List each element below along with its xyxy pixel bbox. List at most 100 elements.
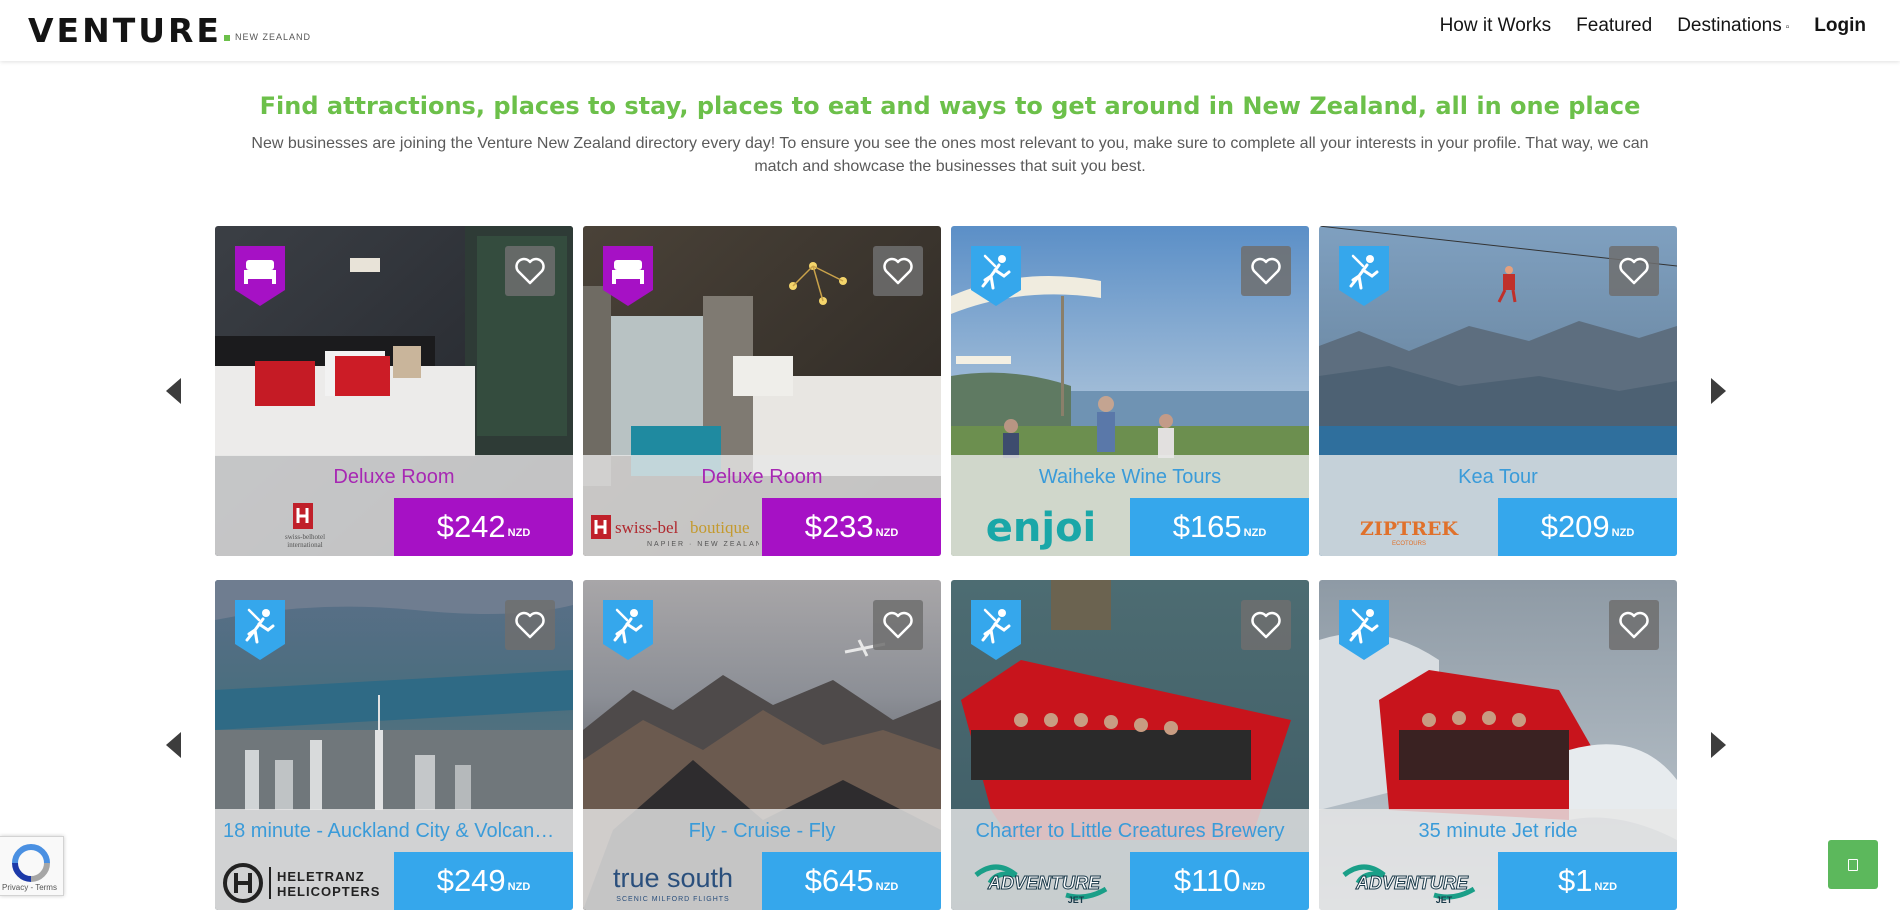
svg-text:boutique: boutique [690,518,750,537]
operator-logo: swiss-bel boutique NAPIER · NEW ZEALAND [583,497,762,556]
price-amount: $233 [804,509,874,544]
favorite-button[interactable] [1241,246,1291,296]
operator-logo: true south SCENIC MILFORD FLIGHTS [583,851,762,910]
heart-icon [883,257,913,285]
operator-logo: ADVENTURE JET [1319,851,1498,910]
listing-card[interactable]: Deluxe Room swiss-bel boutique NAPIER · … [583,226,941,556]
heart-icon [883,611,913,639]
logo-dot [223,35,230,41]
activity-badge [1339,246,1389,306]
adventure-jet-logo: ADVENTURE JET [1341,864,1475,905]
heart-icon [1619,257,1649,285]
price-amount: $1 [1557,863,1593,898]
svg-text:international: international [287,541,322,549]
carousel-prev-arrow[interactable] [166,378,181,404]
nav-featured[interactable]: Featured [1576,15,1652,37]
page-headline: Find attractions, places to stay, places… [259,92,1641,120]
accommodation-badge [603,246,653,306]
nav-destinations-label: Destinations [1677,14,1782,36]
activity-icon [603,600,653,660]
site-logo[interactable]: VENTURE NEW ZEALAND [28,8,311,48]
carousel-next-arrow[interactable] [1711,378,1726,404]
listing-title: Charter to Little Creatures Brewery [975,820,1285,842]
activity-icon [971,246,1021,306]
carousel-next-arrow[interactable] [1711,732,1726,758]
price-currency: NZD [1611,527,1635,539]
nav-how-it-works[interactable]: How it Works [1440,15,1552,37]
price-tag: $209 NZD [1498,498,1677,556]
listing-card[interactable]: Charter to Little Creatures Brewery ADVE… [951,580,1309,910]
listing-card[interactable]: Deluxe Room swiss-belhotel international… [215,226,573,556]
price-currency: NZD [875,527,899,539]
listing-title: 18 minute - Auckland City & Volcanoe... [223,820,565,842]
listing-title: Deluxe Room [333,466,455,488]
listing-card[interactable]: 18 minute - Auckland City & Volcanoe... … [215,580,573,910]
favorite-button[interactable] [1241,600,1291,650]
price-amount: $110 [1173,863,1241,898]
heart-icon [1251,611,1281,639]
recaptcha-icon [12,844,50,882]
recaptcha-badge[interactable]: Privacy - Terms [0,836,64,896]
heart-icon [1619,611,1649,639]
activity-badge [971,600,1021,660]
accommodation-badge [235,246,285,306]
nav-destinations[interactable]: Destinations ▫ [1677,15,1789,37]
svg-text:ADVENTURE: ADVENTURE [986,873,1100,893]
listing-title: 35 minute Jet ride [1418,820,1578,842]
price-amount: $645 [804,863,874,898]
heart-icon [515,257,545,285]
listing-card[interactable]: Fly - Cruise - Fly true south SCENIC MIL… [583,580,941,910]
activity-badge [971,246,1021,306]
svg-text:SCENIC MILFORD FLIGHTS: SCENIC MILFORD FLIGHTS [616,896,729,903]
recaptcha-links[interactable]: Privacy - Terms [2,883,57,892]
listing-title: Deluxe Room [701,466,823,488]
price-tag: $1 NZD [1498,852,1677,910]
favorite-button[interactable] [1609,600,1659,650]
price-tag: $233 NZD [762,498,941,556]
bed-icon [603,246,653,306]
favorite-button[interactable] [873,600,923,650]
price-currency: NZD [507,881,531,893]
price-tag: $165 NZD [1130,498,1309,556]
bed-icon [235,246,285,306]
price-tag: $242 NZD [394,498,573,556]
svg-text:NAPIER · NEW ZEALAND: NAPIER · NEW ZEALAND [647,541,759,548]
activity-icon [1339,246,1389,306]
svg-text:JET: JET [1067,895,1084,905]
listing-card[interactable]: Kea Tour ZIPTREK ECOTOURS $209 NZD [1319,226,1677,556]
price-currency: NZD [875,881,899,893]
price-amount: $249 [436,863,506,898]
favorite-button[interactable] [873,246,923,296]
svg-text:swiss-bel: swiss-bel [615,518,679,537]
main-nav: How it Works Featured Destinations ▫ Log… [1415,0,1900,51]
activity-badge [603,600,653,660]
svg-text:enjoi: enjoi [986,505,1096,551]
activity-badge [235,600,285,660]
logo-wordmark: VENTURE [28,11,222,50]
price-tag: $249 NZD [394,852,573,910]
listing-title: Fly - Cruise - Fly [688,820,836,842]
operator-logo: enjoi [951,497,1130,556]
nav-login[interactable]: Login [1814,15,1866,37]
price-currency: NZD [1243,527,1267,539]
heart-icon [1251,257,1281,285]
price-currency: NZD [1242,881,1266,893]
listing-card[interactable]: 35 minute Jet ride ADVENTURE JET $1 NZD [1319,580,1677,910]
svg-text:HELETRANZ: HELETRANZ [277,869,365,884]
enjoi-logo: enjoi [986,505,1096,551]
operator-logo: HELETRANZ HELICOPTERS [215,851,394,910]
page-intro-text: New businesses are joining the Venture N… [251,135,1649,175]
favorite-button[interactable] [505,600,555,650]
favorite-button[interactable] [1609,246,1659,296]
carousel-prev-arrow[interactable] [166,732,181,758]
chat-button[interactable] [1828,840,1878,889]
chevron-down-icon: ▫ [1785,22,1790,33]
price-amount: $165 [1172,509,1242,544]
favorite-button[interactable] [505,246,555,296]
svg-text:HELICOPTERS: HELICOPTERS [277,884,380,899]
chat-icon [1848,858,1858,871]
activity-icon [1339,600,1389,660]
listing-card[interactable]: Waiheke Wine Tours enjoi $165 NZD [951,226,1309,556]
price-amount: $209 [1540,509,1610,544]
heart-icon [515,611,545,639]
